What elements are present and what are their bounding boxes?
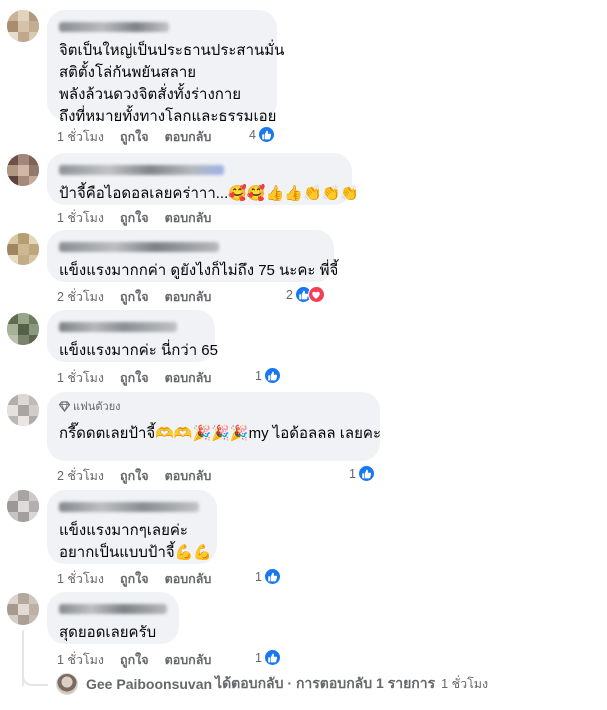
comment-time[interactable]: 1 ชั่วโมง bbox=[57, 127, 104, 147]
like-icon bbox=[257, 126, 275, 143]
like-button[interactable]: ถูกใจ bbox=[120, 368, 149, 388]
reaction-count: 1 bbox=[255, 368, 262, 383]
reply-button[interactable]: ตอบกลับ bbox=[165, 127, 212, 147]
commenter-name[interactable] bbox=[59, 604, 167, 614]
reply-button[interactable]: ตอบกลับ bbox=[165, 287, 212, 307]
like-button[interactable]: ถูกใจ bbox=[120, 569, 149, 589]
commenter-name[interactable] bbox=[59, 322, 177, 332]
like-icon bbox=[263, 649, 281, 666]
commenter-name[interactable] bbox=[59, 242, 219, 252]
avatar[interactable] bbox=[7, 313, 39, 345]
avatar[interactable] bbox=[7, 490, 39, 522]
view-replies-link[interactable]: Gee Paiboonsuvan ได้ตอบกลับ · การตอบกลับ… bbox=[56, 673, 488, 695]
reaction-summary[interactable]: 1 bbox=[349, 465, 375, 482]
comment-text-line: สุดยอดเลยครับ bbox=[59, 624, 157, 641]
reply-summary-text: ได้ตอบกลับ · การตอบกลับ 1 รายการ bbox=[215, 675, 436, 691]
reply-summary-time: 1 ชั่วโมง bbox=[441, 677, 489, 691]
like-button[interactable]: ถูกใจ bbox=[120, 650, 149, 670]
reply-button[interactable]: ตอบกลับ bbox=[165, 569, 212, 589]
comment-bubble: สุดยอดเลยครับ bbox=[47, 592, 179, 644]
like-button[interactable]: ถูกใจ bbox=[120, 466, 149, 486]
reaction-count: 1 bbox=[255, 569, 262, 584]
reaction-summary[interactable]: 4 bbox=[249, 126, 275, 143]
comment-text-line: แข็งแรงมากๆเลยค่ะ bbox=[59, 522, 188, 539]
like-button[interactable]: ถูกใจ bbox=[120, 287, 149, 307]
comment-bubble: จิตเป็นใหญ่เป็นประธานประสานมั่น สติตั้งโ… bbox=[47, 10, 285, 125]
reply-button[interactable]: ตอบกลับ bbox=[165, 208, 212, 228]
comment-text-line: ป้าจี้คือไอดอลเลยคร่าาา...🥰🥰👍👍👏👏👏 bbox=[59, 185, 359, 202]
comment-time[interactable]: 2 ชั่วโมง bbox=[57, 287, 104, 307]
comment-text-line: จิตเป็นใหญ่เป็นประธานประสานมั่น bbox=[59, 42, 285, 59]
comment-bubble: แฟนตัวยง กรี๊ดดตเลยป้าจี้🫶🫶🎉🎉🎉my ไอด้อลล… bbox=[47, 392, 381, 461]
like-button[interactable]: ถูกใจ bbox=[120, 127, 149, 147]
commenter-name[interactable] bbox=[59, 165, 224, 175]
avatar[interactable] bbox=[7, 233, 39, 265]
comment-actions: 1 ชั่วโมง ถูกใจ ตอบกลับ bbox=[57, 127, 211, 147]
heart-icon bbox=[307, 286, 325, 303]
avatar[interactable] bbox=[7, 394, 39, 426]
reply-thread-curve bbox=[22, 672, 48, 686]
comment-time[interactable]: 1 ชั่วโมง bbox=[57, 650, 104, 670]
comment-time[interactable]: 1 ชั่วโมง bbox=[57, 368, 104, 388]
avatar bbox=[56, 673, 78, 695]
reaction-summary[interactable]: 1 bbox=[255, 367, 281, 384]
like-button[interactable]: ถูกใจ bbox=[120, 208, 149, 228]
like-icon bbox=[357, 465, 375, 482]
like-icon bbox=[263, 367, 281, 384]
reply-button[interactable]: ตอบกลับ bbox=[165, 368, 212, 388]
comment-time[interactable]: 1 ชั่วโมง bbox=[57, 208, 104, 228]
comment-bubble: ป้าจี้คือไอดอลเลยคร่าาา...🥰🥰👍👍👏👏👏 bbox=[47, 153, 359, 205]
comment-actions: 2 ชั่วโมง ถูกใจ ตอบกลับ bbox=[57, 287, 211, 307]
comment-bubble: แข็งแรงมากกค่า ดูยังไงก็ไม่ถึง 75 นะคะ พ… bbox=[47, 230, 339, 282]
avatar[interactable] bbox=[7, 10, 39, 42]
comment-text-line: แข็งแรงมากค่ะ นี่กว่า 65 bbox=[59, 342, 218, 359]
comment-bubble: แข็งแรงมากๆเลยค่ะ อยากเป็นแบบป้าจี้💪💪 bbox=[47, 490, 217, 564]
reaction-summary[interactable]: 2 bbox=[286, 286, 325, 303]
avatar[interactable] bbox=[7, 593, 39, 625]
comment-text-line: พลังล้วนดวงจิตสั่งทั้งร่างกาย bbox=[59, 86, 242, 103]
comment-actions: 1 ชั่วโมง ถูกใจ ตอบกลับ bbox=[57, 650, 211, 670]
comment-bubble: แข็งแรงมากค่ะ นี่กว่า 65 bbox=[47, 310, 218, 362]
fan-badge-label: แฟนตัวยง bbox=[73, 401, 121, 413]
comment-actions: 1 ชั่วโมง ถูกใจ ตอบกลับ bbox=[57, 208, 211, 228]
commenter-name[interactable] bbox=[59, 22, 169, 32]
reaction-count: 2 bbox=[286, 287, 293, 302]
comment-time[interactable]: 2 ชั่วโมง bbox=[57, 466, 104, 486]
reply-button[interactable]: ตอบกลับ bbox=[165, 650, 212, 670]
reaction-summary[interactable]: 1 bbox=[255, 568, 281, 585]
comment-text-line: กรี๊ดดตเลยป้าจี้🫶🫶🎉🎉🎉my ไอด้อลลล เลยคะ bbox=[59, 425, 381, 442]
like-icon bbox=[263, 568, 281, 585]
reaction-summary[interactable]: 1 bbox=[255, 649, 281, 666]
comment-text-line: ถึงที่หมายทั้งทางโลกและธรรมเอย bbox=[59, 108, 277, 125]
comment-actions: 1 ชั่วโมง ถูกใจ ตอบกลับ bbox=[57, 368, 211, 388]
reaction-count: 1 bbox=[349, 466, 356, 481]
comment-actions: 2 ชั่วโมง ถูกใจ ตอบกลับ bbox=[57, 466, 211, 486]
comment-text-line: แข็งแรงมากกค่า ดูยังไงก็ไม่ถึง 75 นะคะ พ… bbox=[59, 262, 339, 279]
comment-text-line: สติตั้งโล่กันพยันสลาย bbox=[59, 64, 197, 81]
diamond-icon bbox=[59, 400, 70, 412]
reply-author-name[interactable]: Gee Paiboonsuvan bbox=[86, 676, 212, 692]
reaction-count: 1 bbox=[255, 650, 262, 665]
reaction-count: 4 bbox=[249, 127, 256, 142]
comment-time[interactable]: 1 ชั่วโมง bbox=[57, 569, 104, 589]
fan-badge[interactable]: แฟนตัวยง bbox=[59, 397, 368, 415]
comment-actions: 1 ชั่วโมง ถูกใจ ตอบกลับ bbox=[57, 569, 211, 589]
comment-text-line: อยากเป็นแบบป้าจี้💪💪 bbox=[59, 544, 213, 561]
avatar[interactable] bbox=[7, 154, 39, 186]
reply-button[interactable]: ตอบกลับ bbox=[165, 466, 212, 486]
commenter-name[interactable] bbox=[59, 502, 199, 512]
